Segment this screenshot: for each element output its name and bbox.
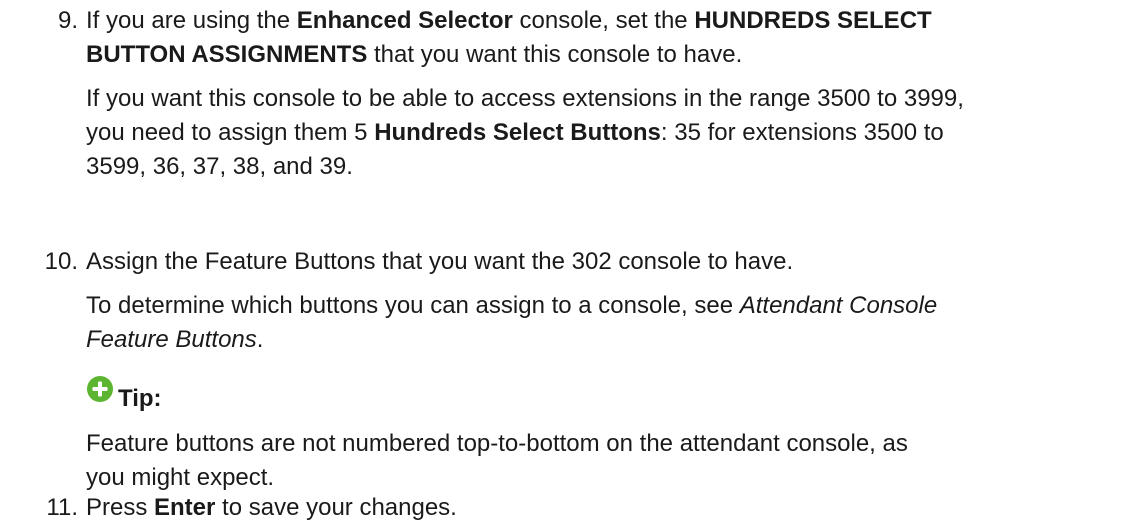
ui-term: Enhanced Selector — [296, 7, 513, 34]
step-body: Press Enter to save your changes. — [86, 491, 1116, 525]
tip-heading: Tip: — [86, 375, 1116, 415]
text: console, set the — [512, 7, 695, 34]
text: If you are using the — [86, 7, 297, 34]
step-number: 9. — [57, 7, 78, 34]
step-body: If you are using the Enhanced Selector c… — [86, 4, 1116, 184]
text: If you want this console to be able to a… — [86, 85, 964, 112]
step-detail: If you want this console to be able to a… — [86, 82, 1116, 184]
ui-term: BUTTON ASSIGNMENTS — [86, 41, 368, 68]
text: that you want this console to have. — [367, 41, 743, 68]
step-number: 11. — [46, 494, 78, 521]
ui-term: HUNDREDS SELECT — [694, 7, 932, 34]
step-instruction: Assign the Feature Buttons that you want… — [86, 245, 1116, 279]
step-instruction: If you are using the Enhanced Selector c… — [86, 4, 1116, 72]
tip-label: Tip: — [118, 385, 162, 412]
step-number: 10. — [44, 248, 78, 275]
text: : 35 for extensions 3500 to — [660, 119, 944, 146]
text: Feature buttons are not numbered top-to-… — [86, 430, 908, 457]
text: to save your changes. — [215, 494, 457, 521]
step-instruction: Press Enter to save your changes. — [86, 491, 1116, 525]
text: you need to assign them 5 — [86, 119, 375, 146]
text: To determine which buttons you can assig… — [86, 292, 740, 319]
cross-reference-link[interactable]: Attendant Console — [740, 292, 937, 319]
text: 3599, 36, 37, 38, and 39. — [86, 153, 353, 180]
tip-text: Feature buttons are not numbered top-to-… — [86, 427, 1116, 495]
ui-term: Hundreds Select Buttons — [374, 119, 661, 146]
step-body: Assign the Feature Buttons that you want… — [86, 245, 1116, 495]
text: . — [256, 326, 264, 353]
document-page: 9. If you are using the Enhanced Selecto… — [0, 0, 1130, 529]
text: you might expect. — [86, 464, 275, 491]
text: Press — [86, 494, 155, 521]
text: Assign the Feature Buttons that you want… — [86, 248, 794, 275]
plus-circle-icon — [87, 376, 113, 402]
cross-reference-link[interactable]: Feature Buttons — [86, 326, 257, 353]
step-detail: To determine which buttons you can assig… — [86, 289, 1116, 357]
ui-term: Enter — [154, 494, 216, 521]
